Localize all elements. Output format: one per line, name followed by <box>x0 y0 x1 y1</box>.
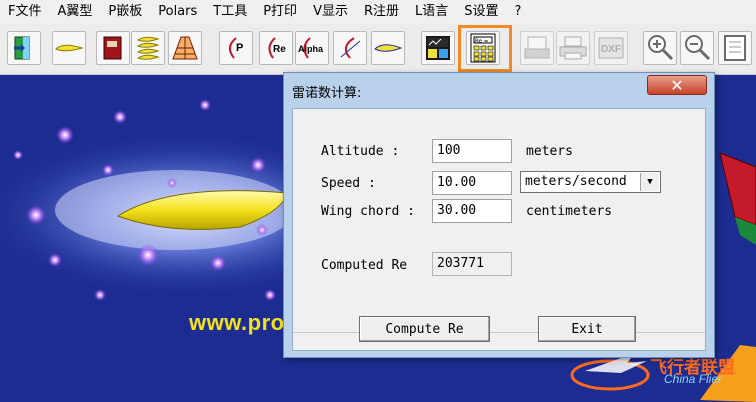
zoom-out-button[interactable] <box>680 31 714 65</box>
svg-text:DXF: DXF <box>601 44 621 55</box>
menu-print[interactable]: P打印 <box>255 0 305 24</box>
polar-curve-icon <box>340 37 361 59</box>
menu-file[interactable]: F文件 <box>0 0 49 24</box>
website-text: www.pro <box>189 310 285 335</box>
polar-re-icon: Re <box>268 37 286 59</box>
dialog-title: 雷诺数计算: <box>292 86 362 101</box>
polar-alpha-icon: Alpha <box>298 37 324 59</box>
dialog-body: Altitude : 100 meters Speed : 10.00 mete… <box>292 108 706 351</box>
menu-bar: F文件 A翼型 P嵌板 Polars T工具 P打印 V显示 R注册 L语言 S… <box>0 0 756 24</box>
menu-polars[interactable]: Polars <box>150 0 205 24</box>
menu-airfoil[interactable]: A翼型 <box>49 0 100 24</box>
wing-panel-button[interactable] <box>168 31 202 65</box>
zoom-out-icon <box>685 35 711 61</box>
dxf-export-button[interactable]: DXF <box>594 31 628 65</box>
altitude-unit: meters <box>526 144 573 159</box>
airfoil-icon <box>55 44 83 52</box>
exit-dialog-button[interactable]: Exit <box>538 316 636 342</box>
airfoil-profile-icon <box>374 44 403 52</box>
close-button[interactable]: ✕ <box>647 75 707 95</box>
plotter-button[interactable] <box>520 31 554 65</box>
svg-text:Alpha: Alpha <box>298 44 324 54</box>
book-icon <box>103 36 122 60</box>
wing-chord-label: Wing chord : <box>321 204 415 219</box>
speed-unit-select[interactable]: meters/second ▼ <box>520 171 661 193</box>
menu-panel[interactable]: P嵌板 <box>100 0 150 24</box>
wing-panel-icon <box>172 36 198 60</box>
page-icon <box>724 35 746 61</box>
polar-alpha-button[interactable]: Alpha <box>295 31 329 65</box>
wing-chord-input[interactable]: 30.00 <box>432 199 512 223</box>
close-icon: ✕ <box>670 75 684 95</box>
chart-report-button[interactable] <box>421 31 455 65</box>
toolbar: P Re Alpha Re = DXF <box>0 24 756 75</box>
exit-button[interactable] <box>7 31 41 65</box>
printer-button[interactable] <box>556 31 590 65</box>
speed-input[interactable]: 10.00 <box>432 171 512 195</box>
svg-text:Re: Re <box>273 44 286 55</box>
highlight-box <box>458 25 512 72</box>
polar-p-icon: P <box>229 37 243 59</box>
menu-help[interactable]: ? <box>507 0 530 24</box>
speed-label: Speed : <box>321 176 376 191</box>
stack-airfoils-button[interactable] <box>131 31 165 65</box>
page-button[interactable] <box>718 31 752 65</box>
separator <box>293 332 705 333</box>
menu-tools[interactable]: T工具 <box>205 0 255 24</box>
chevron-down-icon[interactable]: ▼ <box>640 173 659 191</box>
altitude-label: Altitude : <box>321 144 400 159</box>
exit-icon <box>14 36 30 60</box>
dxf-icon: DXF <box>598 37 624 59</box>
printer-icon <box>559 36 587 60</box>
polar-p-button[interactable]: P <box>219 31 253 65</box>
chart-report-icon <box>426 36 450 60</box>
computed-re-label: Computed Re <box>321 258 408 273</box>
zoom-in-button[interactable] <box>643 31 677 65</box>
menu-view[interactable]: V显示 <box>305 0 356 24</box>
airfoil-button[interactable] <box>52 31 86 65</box>
polar-re-button[interactable]: Re <box>259 31 293 65</box>
plotter-icon <box>524 36 550 59</box>
speed-unit-value: meters/second <box>525 174 627 189</box>
zoom-in-icon <box>648 35 674 61</box>
compute-re-button[interactable]: Compute Re <box>359 316 490 342</box>
menu-register[interactable]: R注册 <box>356 0 407 24</box>
airfoil-profile-button[interactable] <box>371 31 405 65</box>
stack-airfoils-icon <box>136 36 160 60</box>
menu-settings[interactable]: S设置 <box>456 0 506 24</box>
menu-language[interactable]: L语言 <box>407 0 456 24</box>
watermark-subtitle: China Flier <box>664 372 723 386</box>
book-button[interactable] <box>96 31 130 65</box>
polar-curve-button[interactable] <box>333 31 367 65</box>
wing-chord-unit: centimeters <box>526 204 613 219</box>
altitude-input[interactable]: 100 <box>432 139 512 163</box>
computed-re-value: 203771 <box>432 252 512 276</box>
svg-text:P: P <box>236 42 243 54</box>
reynolds-dialog: 雷诺数计算: ✕ Altitude : 100 meters Speed : 1… <box>283 72 715 358</box>
